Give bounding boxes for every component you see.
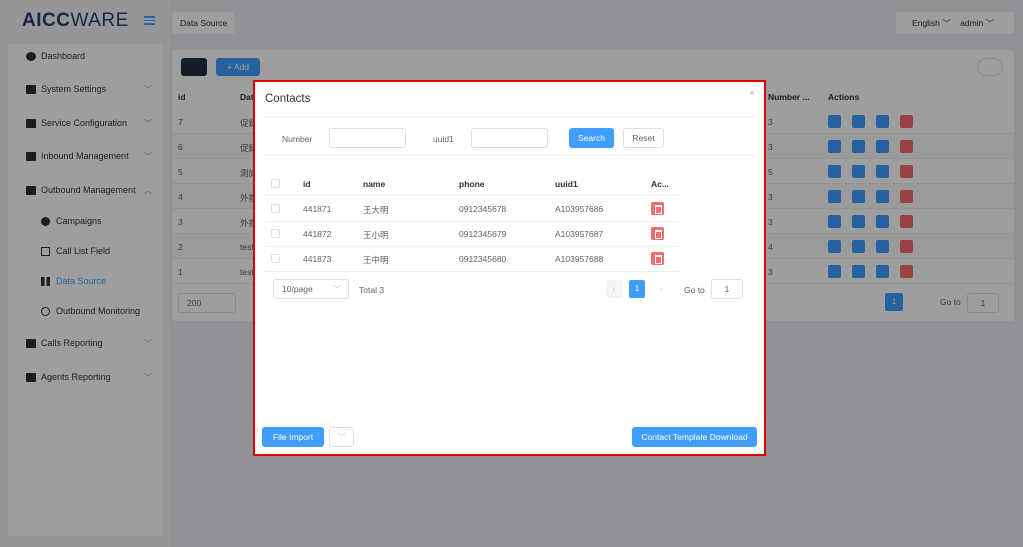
row-checkbox[interactable] [271, 204, 280, 213]
number-input[interactable] [329, 128, 406, 148]
cell-phone: 0912345678 [459, 204, 507, 214]
close-icon[interactable]: × [749, 88, 755, 99]
cell-uuid1: A103957687 [555, 229, 604, 239]
file-import-dropdown[interactable]: ﹀ [329, 427, 354, 447]
file-import-button[interactable]: File Import [262, 427, 324, 447]
header-name: name [363, 179, 386, 189]
header-actions: Ac... [651, 179, 669, 189]
delete-icon[interactable] [651, 227, 664, 240]
cell-id: 441872 [303, 229, 332, 239]
next-page-button[interactable]: › [653, 280, 669, 298]
delete-icon[interactable] [651, 202, 664, 215]
chevron-down-icon: ﹀ [332, 284, 341, 294]
reset-button[interactable]: Reset [623, 128, 664, 148]
table-row [265, 271, 679, 272]
header-phone: phone [459, 179, 485, 189]
cell-id: 441871 [303, 204, 332, 214]
delete-icon[interactable] [651, 252, 664, 265]
goto-input[interactable]: 1 [711, 279, 743, 299]
cell-id: 441873 [303, 254, 332, 264]
page-1[interactable]: 1 [629, 280, 645, 298]
uuid1-input[interactable] [471, 128, 548, 148]
number-label: Number [282, 134, 313, 144]
cell-name: 王小明 [363, 230, 389, 240]
select-all-checkbox[interactable] [271, 179, 280, 188]
uuid1-label: uuid1 [433, 134, 454, 144]
table-row [265, 246, 679, 247]
cell-uuid1: A103957686 [555, 204, 604, 214]
header-id: id [303, 179, 311, 189]
row-checkbox[interactable] [271, 229, 280, 238]
contacts-dialog: Contacts × Number uuid1 Search Reset id … [253, 80, 766, 456]
contact-template-download-button[interactable]: Contact Template Download [632, 427, 757, 447]
header-uuid1: uuid1 [555, 179, 578, 189]
goto-label: Go to [684, 285, 705, 295]
dialog-title: Contacts [265, 93, 311, 105]
total-count: Total 3 [359, 285, 385, 295]
cell-name: 王中明 [363, 255, 389, 265]
cell-name: 王大明 [363, 205, 389, 215]
cell-phone: 0912345680 [459, 254, 507, 264]
search-button[interactable]: Search [569, 128, 614, 148]
cell-phone: 0912345679 [459, 229, 507, 239]
row-checkbox[interactable] [271, 254, 280, 263]
page-size-select[interactable]: 10/page ﹀ [273, 279, 349, 299]
prev-page-button[interactable]: ‹ [606, 280, 622, 298]
table-row [265, 221, 679, 222]
cell-uuid1: A103957688 [555, 254, 604, 264]
